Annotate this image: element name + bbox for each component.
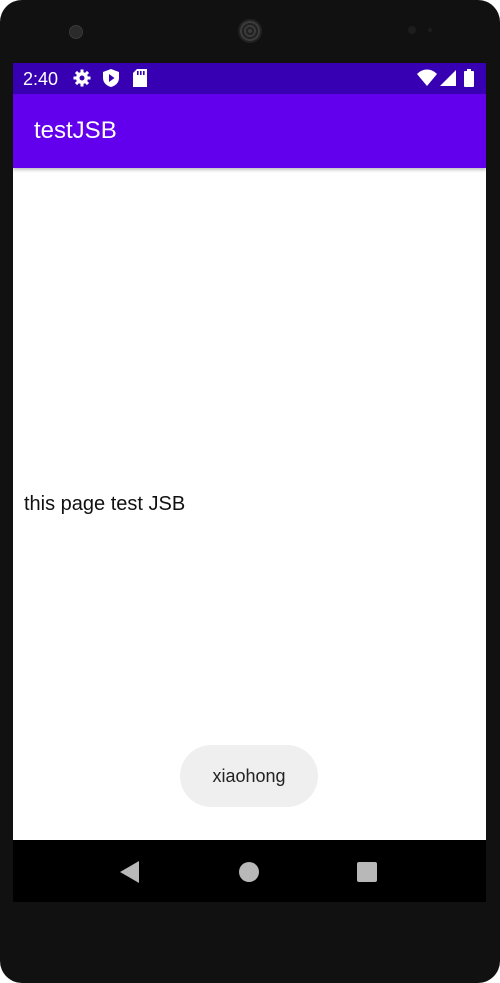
cell-signal-icon (440, 69, 456, 87)
status-time: 2:40 (23, 69, 59, 89)
light-sensor (428, 28, 432, 32)
sd-card-icon (133, 69, 147, 87)
recents-icon[interactable] (350, 855, 384, 889)
status-bar: 2:40 (13, 63, 486, 94)
settings-icon (73, 69, 91, 87)
screen: 2:40 testJSB this page test JSB xiaohong (13, 63, 486, 902)
toast-message: xiaohong (180, 745, 318, 807)
phone-frame: 2:40 testJSB this page test JSB xiaohong (0, 0, 500, 983)
earpiece-speaker (238, 19, 262, 43)
proximity-sensor (408, 26, 416, 34)
page-text: this page test JSB (24, 493, 186, 515)
home-icon[interactable] (232, 855, 266, 889)
back-icon[interactable] (113, 855, 147, 889)
shield-play-icon (103, 69, 119, 87)
navigation-bar (13, 840, 486, 902)
front-camera (69, 25, 83, 39)
app-bar: testJSB (13, 94, 486, 168)
battery-icon (464, 69, 474, 87)
wifi-icon (417, 69, 437, 87)
app-title: testJSB (34, 117, 117, 144)
